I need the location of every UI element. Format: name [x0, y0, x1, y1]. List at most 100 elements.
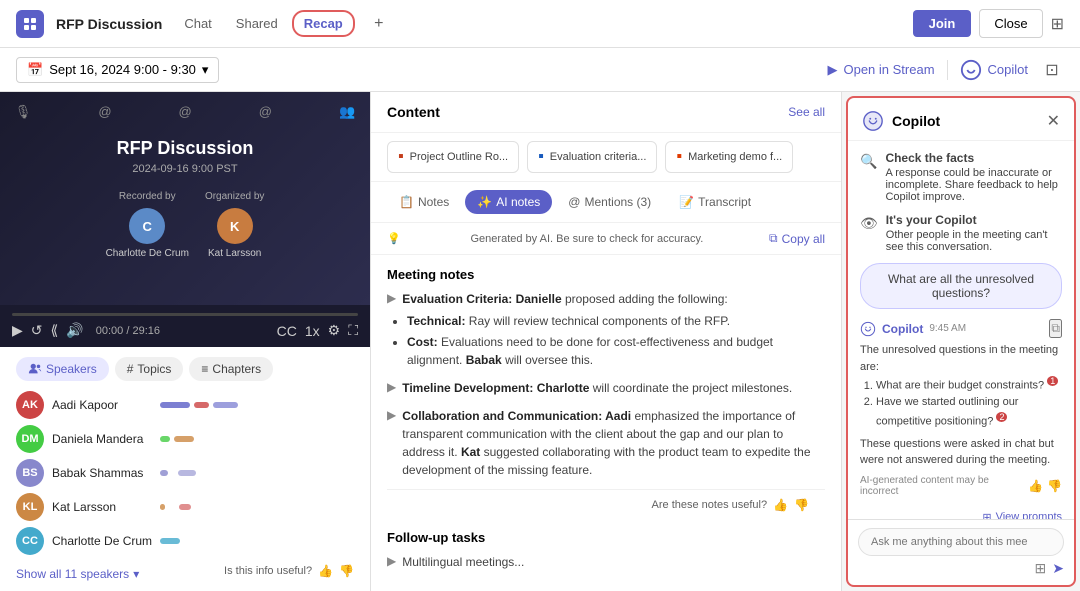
video-title: RFP Discussion [117, 138, 254, 159]
people-icon: 👥 [339, 104, 355, 120]
add-tab-button[interactable]: + [367, 12, 391, 36]
copilot-body: 🔍 Check the facts A response could be in… [848, 141, 1074, 519]
message-thumbs-up[interactable]: 👍 [1028, 479, 1043, 493]
magnify-icon: 🔍 [860, 153, 877, 203]
screen-share-icon[interactable]: ⊞ [1051, 14, 1064, 34]
speaker-tabs: Speakers # Topics ≡ Chapters [16, 357, 354, 381]
mute-button[interactable]: 🔊 [66, 322, 83, 339]
topics-tab[interactable]: # Topics [115, 357, 184, 381]
file-name-1: Evaluation criteria... [550, 151, 647, 163]
progress-bar[interactable] [12, 313, 358, 316]
speed-button[interactable]: 1x [305, 322, 320, 339]
settings-button[interactable]: ⚙ [328, 322, 341, 339]
ai-disclaimer: AI-generated content may be incorrect 👍 … [860, 475, 1062, 497]
video-icons-row: 🎙 @ @ @ 👥 [15, 104, 355, 120]
copy-message-button[interactable]: ⧉ [1049, 319, 1062, 338]
chapters-tab[interactable]: ≡ Chapters [189, 357, 273, 381]
file-card-0[interactable]: ▪ Project Outline Ro... [387, 141, 519, 173]
speaker-bars [160, 436, 354, 442]
fullscreen-button[interactable]: ⛶ [348, 322, 358, 339]
tab-recap[interactable]: Recap [292, 10, 355, 37]
note-header-0: ▶ Evaluation Criteria: Danielle proposed… [387, 290, 825, 308]
attach-button[interactable]: ⊞ [1035, 560, 1047, 577]
suggestion-bubble[interactable]: What are all the unresolved questions? [860, 263, 1062, 309]
ai-notice-text: Generated by AI. Be sure to check for ac… [471, 233, 704, 245]
toolbar: 📅 Sept 16, 2024 9:00 - 9:30 ▾ ▶ Open in … [0, 48, 1080, 92]
copilot-toolbar-button[interactable]: Copilot [960, 59, 1028, 81]
join-button[interactable]: Join [913, 10, 972, 37]
thumbs-down-button[interactable]: 👎 [339, 564, 354, 578]
play-button[interactable]: ▶ [12, 322, 23, 339]
main-area: 🎙 @ @ @ 👥 RFP Discussion 2024-09-16 9:00… [0, 92, 1080, 591]
expand-arrow-0[interactable]: ▶ [387, 291, 396, 305]
copilot-sender-name: Copilot [882, 322, 923, 336]
transcript-icon: 📝 [679, 195, 694, 209]
file-card-2[interactable]: ▪ Marketing demo f... [665, 141, 793, 173]
app-icon [16, 10, 44, 38]
see-all-button[interactable]: See all [788, 105, 825, 119]
avatar-group-kat: Organized by K Kat Larsson [205, 191, 264, 259]
expand-arrow-3[interactable]: ▶ [387, 554, 396, 568]
bullet-list-0: Technical: Ray will review technical com… [387, 312, 825, 369]
open-in-stream-button[interactable]: ▶ Open in Stream [827, 62, 934, 78]
view-prompts-button[interactable]: ⊞ View prompts [860, 507, 1062, 519]
stream-icon: ▶ [827, 62, 837, 78]
expand-arrow-2[interactable]: ▶ [387, 408, 396, 422]
question-1: What are their budget constraints? 1 [876, 375, 1062, 394]
copilot-input[interactable] [858, 528, 1064, 556]
video-date: 2024-09-16 9:00 PST [132, 163, 237, 175]
file-cards: ▪ Project Outline Ro... ▪ Evaluation cri… [371, 133, 841, 182]
list-item: CC Charlotte De Crum [16, 527, 354, 555]
date-selector[interactable]: 📅 Sept 16, 2024 9:00 - 9:30 ▾ [16, 57, 219, 83]
close-button[interactable]: Close [979, 9, 1042, 38]
speaker-bars [160, 470, 354, 476]
grid-icon: ⊞ [982, 511, 991, 519]
mentions-tab[interactable]: @ Mentions (3) [556, 190, 663, 214]
follow-up-item: ▶ Multilingual meetings... [387, 553, 825, 571]
chevron-down-icon: ▾ [202, 62, 209, 78]
copilot-message-text: The unresolved questions in the meeting … [860, 342, 1062, 469]
input-actions: ⊞ ➤ [858, 560, 1064, 577]
file-card-1[interactable]: ▪ Evaluation criteria... [527, 141, 657, 173]
copy-all-button[interactable]: ⧉ Copy all [769, 231, 825, 246]
notes-thumbs-up[interactable]: 👍 [773, 498, 788, 512]
ai-icon: ✨ [477, 195, 492, 209]
video-file-icon: ▪ [676, 148, 682, 166]
tab-shared[interactable]: Shared [226, 10, 288, 37]
transcript-tab[interactable]: 📝 Transcript [667, 190, 763, 214]
section-title-1: Meeting notes [387, 267, 825, 282]
tab-chat[interactable]: Chat [174, 10, 221, 37]
app-header: RFP Discussion Chat Shared Recap + Join … [0, 0, 1080, 48]
content-header: Content See all [371, 92, 841, 133]
ai-notice-bar: 💡 Generated by AI. Be sure to check for … [371, 223, 841, 255]
message-thumbs-down[interactable]: 👎 [1047, 479, 1062, 493]
expand-arrow-1[interactable]: ▶ [387, 380, 396, 394]
avatar-charlotte: C [129, 208, 165, 244]
thumbs-up-button[interactable]: 👍 [318, 564, 333, 578]
show-all-speakers-button[interactable]: Show all 11 speakers ▾ [16, 567, 139, 581]
captions-button[interactable]: CC [277, 322, 297, 339]
speakers-tab[interactable]: Speakers [16, 357, 109, 381]
send-button[interactable]: ➤ [1052, 560, 1064, 577]
notes-tab[interactable]: 📋 Notes [387, 190, 461, 214]
follow-up-section: Follow-up tasks ▶ Multilingual meetings.… [387, 530, 825, 571]
ctrl-right: CC 1x ⚙ ⛶ [277, 322, 358, 339]
video-area: 🎙 @ @ @ 👥 RFP Discussion 2024-09-16 9:00… [0, 92, 370, 305]
question-list: What are their budget constraints? 1 Hav… [860, 375, 1062, 430]
skip-back-button[interactable]: ⟪ [51, 322, 59, 339]
rewind-button[interactable]: ↺ [31, 322, 43, 339]
pop-out-button[interactable]: ⊡ [1040, 58, 1064, 82]
notes-thumbs-down[interactable]: 👎 [794, 498, 809, 512]
hash-icon: # [127, 362, 134, 376]
list-item: KL Kat Larsson [16, 493, 354, 521]
speaker-bars [160, 538, 354, 544]
bullet-item-1: Cost: Evaluations need to be done for co… [407, 333, 825, 369]
list-icon: ≡ [201, 362, 208, 376]
copilot-close-button[interactable]: ✕ [1047, 111, 1060, 131]
notes-useful: Are these notes useful? 👍 👎 [387, 489, 825, 520]
speaker-avatar: BS [16, 459, 44, 487]
ai-notes-tab[interactable]: ✨ AI notes [465, 190, 552, 214]
speaker-avatar: CC [16, 527, 44, 555]
copilot-name: Copilot 9:45 AM [860, 321, 966, 337]
speaker-avatar: DM [16, 425, 44, 453]
